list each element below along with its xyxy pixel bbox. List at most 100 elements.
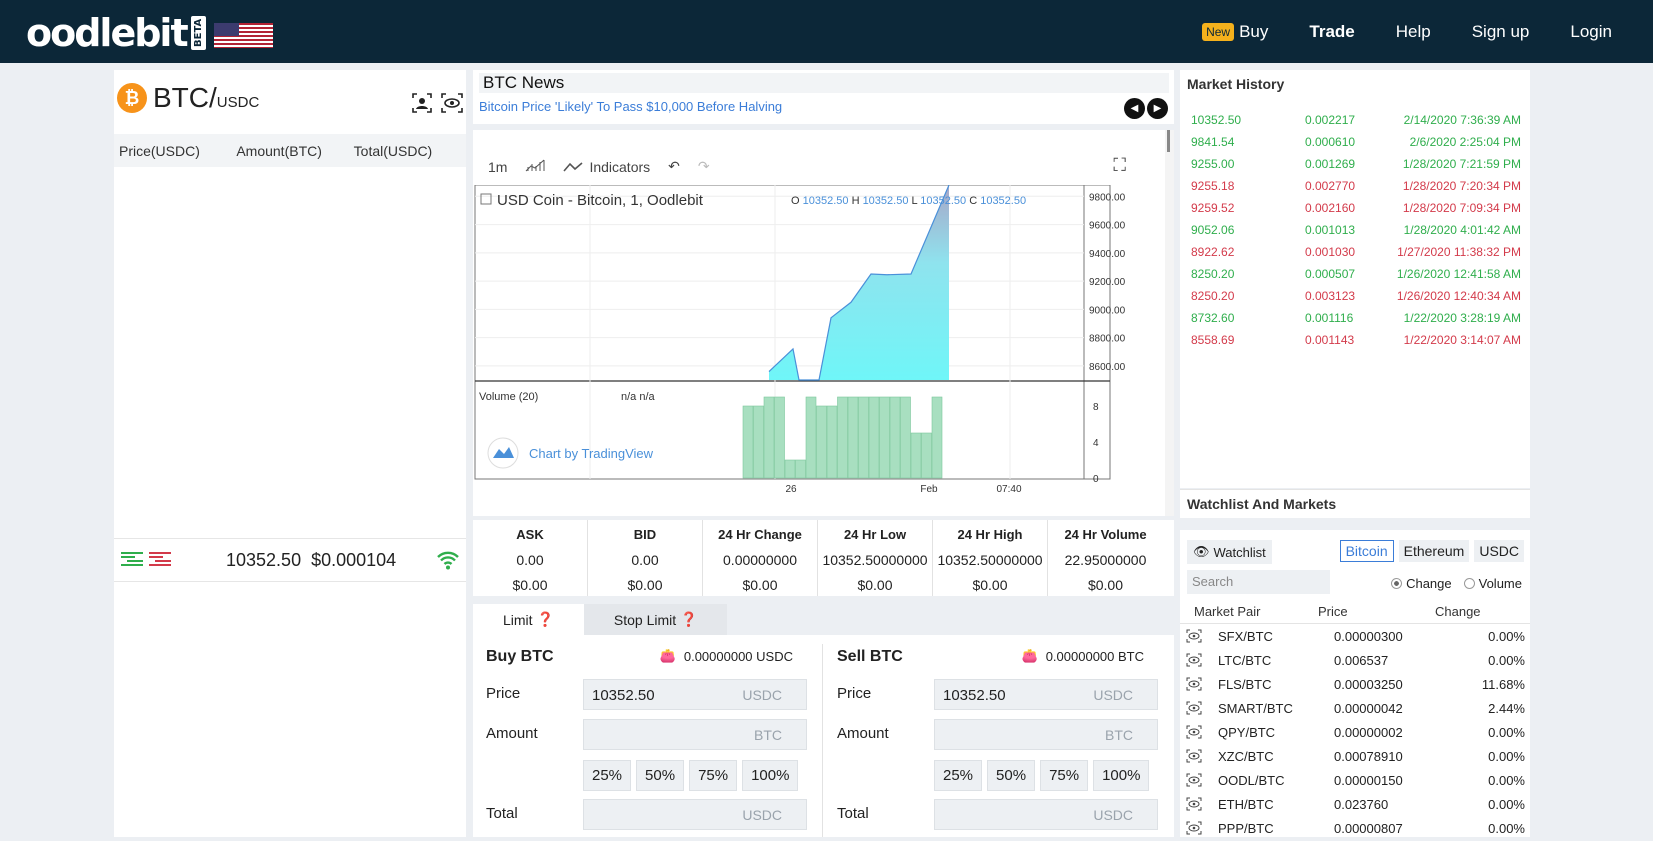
sell-orders-icon[interactable] <box>149 551 171 569</box>
watchlist-row[interactable]: XZC/BTC 0.00078910 0.00% <box>1180 745 1530 769</box>
us-flag-icon[interactable] <box>214 23 273 48</box>
watch-eye-icon[interactable] <box>1186 701 1202 718</box>
buy-75-button[interactable]: 75% <box>689 760 738 791</box>
watchlist-button[interactable]: 👁 Watchlist <box>1187 540 1272 564</box>
quote-24-hr-volume: 24 Hr Volume 22.95000000 $0.00 <box>1048 520 1163 596</box>
sell-50-button[interactable]: 50% <box>987 760 1036 791</box>
history-time: 2/14/2020 7:36:39 AM <box>1403 113 1521 127</box>
nav-buy[interactable]: New Buy <box>1202 22 1268 42</box>
sell-amount-input[interactable]: BTC <box>934 719 1158 750</box>
news-prev-icon[interactable]: ◀ <box>1124 98 1145 119</box>
volume-bar <box>742 405 754 479</box>
watchlist-change: 0.00% <box>1488 653 1525 668</box>
sell-total-input[interactable]: USDC <box>934 799 1158 830</box>
buy-total-input[interactable]: USDC <box>583 799 807 830</box>
history-time: 1/28/2020 4:01:42 AM <box>1403 223 1521 237</box>
buy-amount-label: Amount <box>486 725 538 742</box>
user-scan-icon[interactable] <box>410 92 434 114</box>
tab-stop-limit[interactable]: Stop Limit ❓ <box>583 604 728 635</box>
brand-logo[interactable]: oodlebit BETA <box>26 11 206 55</box>
radio-volume-dot <box>1463 578 1475 589</box>
price-tick-label: 9800.00 <box>1089 192 1126 203</box>
news-headline-link[interactable]: Bitcoin Price 'Likely' To Pass $10,000 B… <box>479 99 782 114</box>
price-chart[interactable]: 9800.00 9600.00 9400.00 9200.00 9000.00 8800.… <box>473 185 1174 516</box>
watch-eye-icon[interactable] <box>1186 821 1202 838</box>
watchlist-row[interactable]: FLS/BTC 0.00003250 11.68% <box>1180 673 1530 697</box>
volume-bar <box>900 396 911 479</box>
fullscreen-icon[interactable]: ⛶ <box>1113 155 1126 176</box>
sell-75-button[interactable]: 75% <box>1040 760 1089 791</box>
volume-tick-label: 0 <box>1093 474 1099 485</box>
watchlist-row[interactable]: ETH/BTC 0.023760 0.00% <box>1180 793 1530 817</box>
nav-help[interactable]: Help <box>1396 22 1431 42</box>
watch-eye-icon[interactable] <box>1186 677 1202 694</box>
sell-25-button[interactable]: 25% <box>934 760 983 791</box>
quote-usd: $0.00 <box>742 577 778 593</box>
sell-100-button[interactable]: 100% <box>1093 760 1150 791</box>
pair-base: BTC/ <box>153 82 217 113</box>
volume-bar <box>826 405 838 479</box>
watch-eye-icon[interactable] <box>1186 797 1202 814</box>
indicators-button[interactable]: Indicators <box>563 159 650 175</box>
nav-buy-label: Buy <box>1239 21 1269 41</box>
history-amount: 0.001030 <box>1305 245 1356 259</box>
col-wl-change[interactable]: Change <box>1435 604 1481 619</box>
watch-eye-icon[interactable] <box>1186 629 1202 646</box>
undo-icon[interactable]: ↶ <box>668 158 680 175</box>
watch-eye-icon[interactable] <box>1186 749 1202 766</box>
col-wl-price[interactable]: Price <box>1318 604 1348 619</box>
watchlist-row[interactable]: SFX/BTC 0.00000300 0.00% <box>1180 625 1530 649</box>
time-tick-label: Feb <box>920 484 938 495</box>
watchlist-row[interactable]: PPP/BTC 0.00000807 0.00% <box>1180 817 1530 841</box>
radio-change[interactable]: Change <box>1391 576 1452 591</box>
buy-orders-icon[interactable] <box>121 551 143 569</box>
chart-type-icon[interactable] <box>525 158 545 175</box>
coin-tab-usdc[interactable]: USDC <box>1474 540 1524 562</box>
nav-signup[interactable]: Sign up <box>1472 22 1530 42</box>
buy-title: Buy BTC <box>486 648 554 665</box>
eye-scan-icon[interactable] <box>440 92 464 114</box>
quote-value: 0.00000000 <box>723 552 797 568</box>
tab-limit[interactable]: Limit ❓ <box>473 604 584 635</box>
radio-volume[interactable]: Volume <box>1463 576 1522 591</box>
watchlist-pair: QPY/BTC <box>1218 725 1276 740</box>
watchlist-row[interactable]: LTC/BTC 0.006537 0.00% <box>1180 649 1530 673</box>
buy-percent-buttons: 25% 50% 75% 100% <box>583 760 799 791</box>
history-amount: 0.003123 <box>1305 289 1356 303</box>
buy-50-button[interactable]: 50% <box>636 760 685 791</box>
history-row: 8250.20 0.000507 1/26/2020 12:41:58 AM <box>1191 267 1521 281</box>
quote-label: 24 Hr Low <box>843 527 907 542</box>
volume-bar <box>816 405 827 479</box>
buy-amount-input[interactable]: BTC <box>583 719 807 750</box>
nav-trade[interactable]: Trade <box>1309 22 1354 42</box>
history-row: 9052.06 0.001013 1/28/2020 4:01:42 AM <box>1191 223 1521 237</box>
redo-icon[interactable]: ↷ <box>698 158 710 175</box>
watchlist-change: 0.00% <box>1488 773 1525 788</box>
volume-bar <box>753 405 764 479</box>
watchlist-row[interactable]: SMART/BTC 0.00000042 2.44% <box>1180 697 1530 721</box>
connection-icon <box>436 550 460 576</box>
coin-tab-ethereum[interactable]: Ethereum <box>1398 540 1470 562</box>
watch-eye-icon[interactable] <box>1186 653 1202 670</box>
volume-bar <box>889 396 901 479</box>
coin-tab-bitcoin[interactable]: Bitcoin <box>1339 540 1394 562</box>
buy-25-button[interactable]: 25% <box>583 760 632 791</box>
volume-bar <box>931 396 943 479</box>
nav-login[interactable]: Login <box>1570 22 1612 42</box>
watchlist-price: 0.006537 <box>1334 653 1389 668</box>
interval-selector[interactable]: 1m <box>488 159 507 175</box>
watch-eye-icon[interactable] <box>1186 725 1202 742</box>
watchlist-row[interactable]: QPY/BTC 0.00000002 0.00% <box>1180 721 1530 745</box>
news-next-icon[interactable]: ▶ <box>1147 98 1168 119</box>
col-market-pair[interactable]: Market Pair <box>1194 604 1260 619</box>
search-input[interactable]: Search <box>1187 570 1330 594</box>
sell-price-input[interactable]: 10352.50 USDC <box>934 679 1158 710</box>
chart-scrollbar[interactable] <box>1165 130 1174 516</box>
watchlist-title: Watchlist And Markets <box>1187 496 1337 512</box>
last-price-value: 10352.50 <box>226 549 302 570</box>
buy-price-input[interactable]: 10352.50 USDC <box>583 679 807 710</box>
watchlist-row[interactable]: OODL/BTC 0.00000150 0.00% <box>1180 769 1530 793</box>
quote-usd: $0.00 <box>857 577 893 593</box>
watch-eye-icon[interactable] <box>1186 773 1202 790</box>
buy-100-button[interactable]: 100% <box>742 760 799 791</box>
